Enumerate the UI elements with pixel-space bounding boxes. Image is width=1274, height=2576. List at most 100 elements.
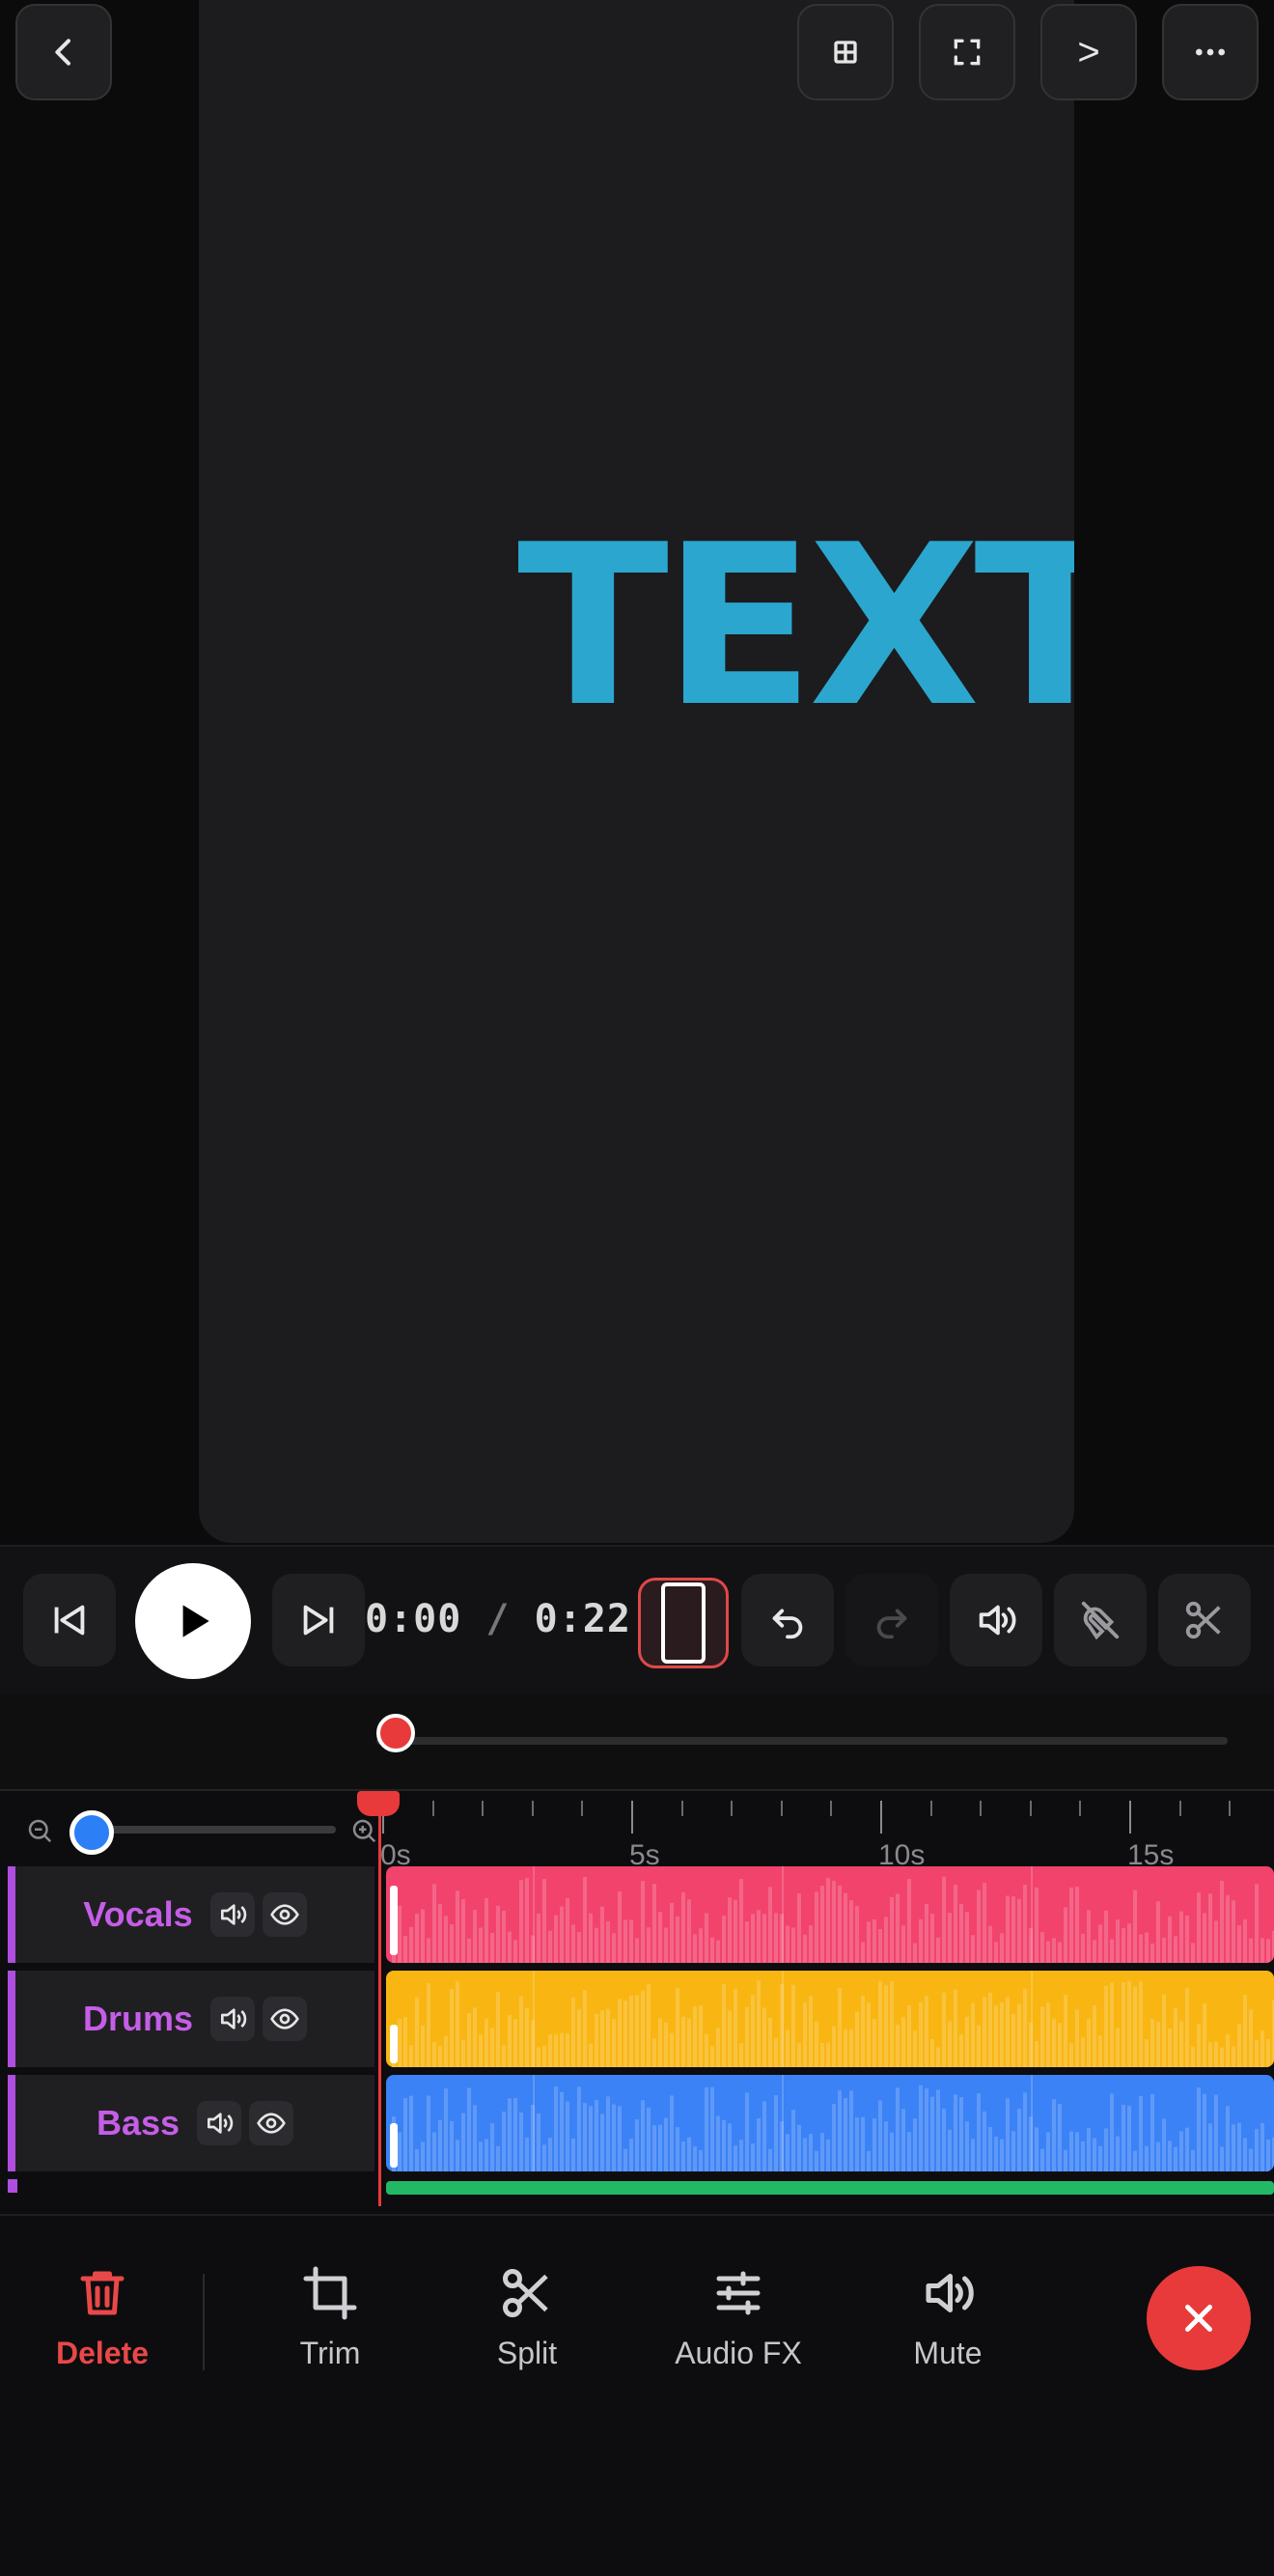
- eye-icon: [270, 2008, 299, 2030]
- waveform: [392, 1866, 1274, 1963]
- volume-icon: [926, 2274, 974, 2312]
- track-header-drums[interactable]: Drums: [8, 1971, 374, 2067]
- split-button[interactable]: Split: [440, 2264, 614, 2399]
- scrub-handle[interactable]: [376, 1714, 415, 1752]
- track-header-bass[interactable]: Bass: [8, 2075, 374, 2171]
- track-visibility-button[interactable]: [262, 1892, 307, 1937]
- undo-button[interactable]: [741, 1574, 834, 1666]
- clip-action-bar: Delete Trim Split Audio FX Mute: [0, 2214, 1274, 2576]
- ruler-tick: [1029, 1801, 1032, 1816]
- ruler-tick: [1129, 1801, 1131, 1834]
- cut-button[interactable]: [1158, 1574, 1251, 1666]
- action-label: Audio FX: [675, 2336, 802, 2370]
- volume-icon: [979, 1605, 1016, 1636]
- zoom-control: [0, 1791, 378, 1864]
- track-visibility-button[interactable]: [263, 1997, 308, 2041]
- ruler-tick: [431, 1801, 434, 1816]
- expand-icon: [954, 39, 981, 66]
- ruler-tick: [780, 1801, 783, 1816]
- playhead-line: [378, 1791, 381, 2206]
- scissors-icon: [503, 2269, 548, 2317]
- chevron-left-icon: [55, 39, 70, 66]
- current-time: 0:00: [365, 1597, 462, 1641]
- ruler-tick: [830, 1801, 833, 1816]
- preview-area: TEXT >: [0, 0, 1274, 1545]
- track-volume-button[interactable]: [197, 2101, 242, 2145]
- zoom-slider-handle[interactable]: [69, 1810, 114, 1855]
- audio-clip-drums[interactable]: [386, 1971, 1274, 2067]
- back-button[interactable]: [15, 4, 112, 100]
- fullscreen-button[interactable]: [919, 4, 1015, 100]
- clip-trim-handle[interactable]: [390, 2123, 398, 2168]
- volume-icon: [208, 2113, 234, 2134]
- track-header-stub: [8, 2179, 17, 2193]
- action-label: Mute: [913, 2336, 983, 2370]
- ruler-tick: [1079, 1801, 1082, 1816]
- zoom-in-icon[interactable]: [349, 1816, 378, 1845]
- ruler-tick: [680, 1801, 683, 1816]
- trash-icon: [80, 2271, 125, 2315]
- scissors-icon: [1185, 1601, 1221, 1639]
- clip-trim-handle[interactable]: [390, 1886, 398, 1955]
- grid-button[interactable]: [797, 4, 894, 100]
- transport-bar: 0:00 / 0:22: [0, 1545, 1274, 1694]
- track-volume-button[interactable]: [210, 1997, 256, 2041]
- text-overlay[interactable]: TEXT: [517, 517, 1074, 739]
- time-separator: /: [461, 1597, 535, 1641]
- trim-button[interactable]: Trim: [243, 2264, 417, 2399]
- track-name: Bass: [96, 2103, 180, 2142]
- video-canvas[interactable]: TEXT: [199, 0, 1074, 1543]
- total-time: 0:22: [534, 1597, 631, 1641]
- next-button[interactable]: >: [1040, 4, 1137, 100]
- skip-forward-button[interactable]: [272, 1574, 365, 1666]
- ruler-tick: [531, 1801, 534, 1816]
- ruler-tick: [929, 1801, 932, 1816]
- ruler-tick: [631, 1801, 633, 1834]
- zoom-slider-track[interactable]: [87, 1826, 336, 1834]
- action-label: Delete: [55, 2336, 150, 2370]
- ruler-tick: [482, 1801, 485, 1816]
- ruler-tick: [1178, 1801, 1181, 1816]
- portrait-frame-icon: [661, 1582, 706, 1664]
- scrub-track[interactable]: [376, 1737, 1228, 1745]
- delete-button[interactable]: Delete: [15, 2264, 189, 2399]
- clip-trim-handle[interactable]: [390, 2025, 398, 2063]
- close-button[interactable]: [1147, 2266, 1251, 2370]
- action-label: Split: [496, 2336, 558, 2370]
- timeline: 0s 5s 10s 15s Vocals Drums Bass: [0, 1789, 1274, 2214]
- next-label: >: [1077, 30, 1100, 73]
- time-display: 0:00 / 0:22: [365, 1597, 631, 1641]
- track-visibility-button[interactable]: [249, 2101, 294, 2145]
- snap-button[interactable]: [1054, 1574, 1147, 1666]
- play-button[interactable]: [135, 1563, 251, 1679]
- audio-clip-bass[interactable]: [386, 2075, 1274, 2171]
- track-name: Drums: [82, 1999, 194, 2038]
- volume-button[interactable]: [950, 1574, 1042, 1666]
- skip-back-icon: [54, 1605, 85, 1636]
- ruler-tick: [731, 1801, 734, 1816]
- audio-clip-vocals[interactable]: [386, 1866, 1274, 1963]
- track-name: Vocals: [83, 1894, 193, 1934]
- zoom-out-icon[interactable]: [25, 1816, 54, 1845]
- ruler-tick: [980, 1801, 983, 1816]
- audio-fx-button[interactable]: Audio FX: [651, 2264, 825, 2399]
- mute-button[interactable]: Mute: [861, 2264, 1035, 2399]
- grid-icon: [834, 41, 857, 64]
- crop-icon: [303, 2266, 357, 2320]
- ruler-tick: [880, 1801, 882, 1834]
- redo-icon: [876, 1609, 907, 1639]
- time-ruler[interactable]: 0s 5s 10s 15s: [378, 1791, 1274, 1871]
- redo-button[interactable]: [845, 1574, 938, 1666]
- audio-clip-extra[interactable]: [386, 2181, 1274, 2195]
- track-header-vocals[interactable]: Vocals: [8, 1866, 374, 1963]
- scrubber: [0, 1694, 1274, 1789]
- undo-icon: [772, 1609, 803, 1639]
- aspect-ratio-button[interactable]: [638, 1578, 729, 1668]
- ruler-tick: [581, 1801, 584, 1816]
- action-label: Trim: [299, 2336, 361, 2370]
- skip-back-button[interactable]: [23, 1574, 116, 1666]
- magnet-icon: [1081, 1601, 1120, 1640]
- more-button[interactable]: [1162, 4, 1259, 100]
- track-volume-button[interactable]: [209, 1892, 255, 1937]
- ruler-tick: [1229, 1801, 1232, 1816]
